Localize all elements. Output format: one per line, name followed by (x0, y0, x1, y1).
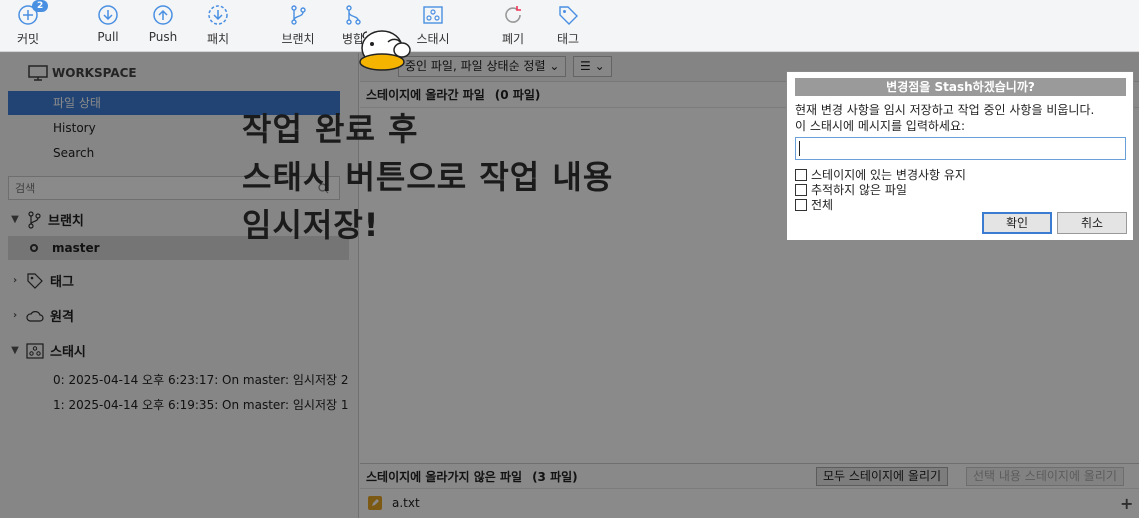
fetch-button[interactable]: 패치 (190, 4, 246, 47)
stash-dialog: 변경점을 Stash하겠습니까? 현재 변경 사항을 임시 저장하고 작업 중인… (786, 71, 1134, 241)
annotation-line-2: 스태시 버튼으로 작업 내용 (242, 158, 614, 196)
annotation-line-1: 작업 완료 후 (242, 110, 419, 148)
text-caret (799, 141, 800, 156)
discard-icon (505, 6, 521, 23)
checkbox-box[interactable] (795, 168, 807, 181)
checkbox-box[interactable] (795, 183, 807, 196)
fetch-label: 패치 (206, 32, 230, 46)
commit-badge: 2 (32, 0, 49, 12)
stash-message-input[interactable] (795, 137, 1126, 160)
dialog-message-2: 이 스태시에 메시지를 입력하세요: (795, 119, 966, 133)
push-icon (153, 5, 173, 25)
stash-icon (423, 6, 443, 24)
pull-label: Pull (97, 30, 119, 44)
main-toolbar: 2 커밋 Pull Push 패치 브랜치 병합 스태시 폐기 태그 (0, 0, 1139, 52)
commit-button[interactable]: 2 커밋 (0, 0, 56, 47)
checkbox-box[interactable] (795, 198, 807, 211)
merge-icon (346, 5, 361, 25)
tag-button[interactable]: 태그 (540, 4, 596, 47)
duck-sticker-icon (359, 30, 411, 71)
branch-label: 브랜치 (281, 32, 315, 46)
all-files-checkbox[interactable]: 전체 (795, 196, 833, 213)
all-files-label: 전체 (811, 198, 834, 212)
commit-label: 커밋 (16, 32, 40, 46)
cancel-button[interactable]: 취소 (1057, 212, 1127, 234)
tag-icon (559, 6, 578, 25)
branch-icon (291, 5, 306, 25)
dialog-message-1: 현재 변경 사항을 임시 저장하고 작업 중인 사항을 비웁니다. (795, 103, 1095, 117)
push-label: Push (148, 30, 178, 44)
fetch-icon (208, 5, 228, 25)
dialog-title: 변경점을 Stash하겠습니까? (795, 78, 1126, 96)
tag-label: 태그 (556, 32, 580, 46)
annotation-line-3: 임시저장! (242, 206, 380, 244)
pull-icon (98, 5, 118, 25)
branch-button[interactable]: 브랜치 (270, 4, 326, 47)
discard-button[interactable]: 폐기 (485, 4, 541, 47)
ok-button[interactable]: 확인 (982, 212, 1052, 234)
discard-label: 폐기 (501, 32, 525, 46)
pull-button[interactable]: Pull (80, 4, 136, 44)
push-button[interactable]: Push (135, 4, 191, 44)
